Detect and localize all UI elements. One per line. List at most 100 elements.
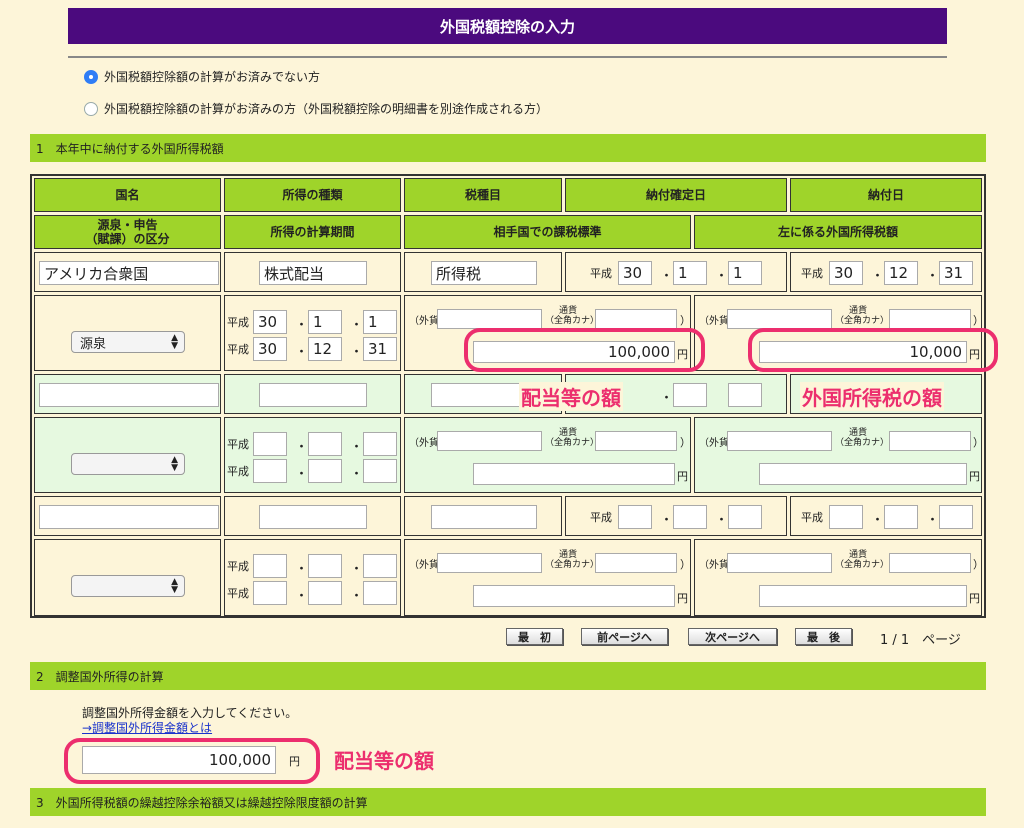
period-to-day-input[interactable]	[363, 581, 397, 605]
payment-month-input[interactable]	[673, 383, 707, 407]
tax-item-input[interactable]: 所得税	[431, 261, 537, 285]
country-input[interactable]: アメリカ合衆国	[39, 261, 219, 285]
tax-base-foreign-input[interactable]	[437, 431, 542, 451]
highlight-foreign-tax	[748, 328, 998, 372]
period-from-day-input[interactable]: 1	[363, 310, 397, 334]
header-country: 国名	[34, 178, 221, 212]
source-select[interactable]: ▲ ▼	[71, 575, 185, 597]
entry3-period-cell: 平成 ・ ・ 平成 ・ ・	[224, 539, 401, 616]
prev-page-button[interactable]: 前ページへ	[581, 628, 668, 645]
period-from-day-input[interactable]	[363, 554, 397, 578]
radio-checked-icon[interactable]	[84, 69, 98, 84]
section2-header: 2 調整国外所得の計算	[30, 662, 986, 690]
header-tax-item: 税種目	[404, 178, 562, 212]
entry3-country-cell	[34, 496, 221, 536]
page-title: 外国税額控除の入力	[68, 8, 947, 44]
country-input[interactable]	[39, 383, 219, 407]
period-to-year-input[interactable]	[253, 459, 287, 483]
foreign-tax-yen-input[interactable]	[759, 463, 967, 485]
payment-month-input[interactable]	[673, 505, 707, 529]
source-select[interactable]: ▲ ▼	[71, 453, 185, 475]
period-from-month-input[interactable]	[308, 554, 342, 578]
tax-base-foreign-input[interactable]	[437, 553, 542, 573]
period-from-year-input[interactable]	[253, 432, 287, 456]
highlight-tax-base	[464, 328, 705, 372]
period-from-month-input[interactable]: 1	[308, 310, 342, 334]
foreign-tax-foreign-input[interactable]	[727, 553, 832, 573]
tax-base-yen-input[interactable]	[473, 463, 675, 485]
entry1-income-type-cell: 株式配当	[224, 252, 401, 292]
title-divider	[68, 56, 947, 58]
period-to-year-input[interactable]: 30	[253, 337, 287, 361]
country-input[interactable]	[39, 505, 219, 529]
tax-base-currency-input[interactable]	[595, 309, 677, 329]
source-select[interactable]: 源泉 ▲ ▼	[71, 331, 185, 353]
payment-day-input[interactable]: 1	[728, 261, 762, 285]
period-to-year-input[interactable]	[253, 581, 287, 605]
section2-help-link[interactable]: →調整国外所得金額とは	[82, 719, 212, 736]
foreign-tax-foreign-input[interactable]	[727, 309, 832, 329]
period-from-year-input[interactable]	[253, 554, 287, 578]
entry3-source-cell: ▲ ▼	[34, 539, 221, 616]
radio-not-calculated[interactable]: 外国税額控除額の計算がお済みでない方	[84, 68, 320, 85]
period-to-month-input[interactable]	[308, 581, 342, 605]
entry1-tax-item-cell: 所得税	[404, 252, 562, 292]
entry1-paid-date-cell: 平成 30 ・ 12 ・ 31	[790, 252, 982, 292]
income-type-input[interactable]	[259, 383, 367, 407]
income-type-input[interactable]: 株式配当	[259, 261, 367, 285]
payment-day-input[interactable]	[728, 505, 762, 529]
section1-header: 1 本年中に納付する外国所得税額	[30, 134, 986, 162]
radio-unchecked-icon[interactable]	[84, 101, 98, 116]
entry3-income-type-cell	[224, 496, 401, 536]
entry3-foreign-tax-cell: （外貨 通貨 （全角カナ） ） 円	[694, 539, 984, 616]
select-arrows-icon: ▲ ▼	[171, 455, 178, 473]
foreign-tax-yen-input[interactable]	[759, 585, 967, 607]
header-source-type: 源泉・申告 （賦課）の区分	[34, 215, 221, 249]
section3-header: 3 外国所得税額の繰越控除余裕額又は繰越控除限度額の計算	[30, 788, 986, 816]
period-to-month-input[interactable]	[308, 459, 342, 483]
entry3-paid-date-cell: 平成 ・ ・	[790, 496, 982, 536]
tax-base-yen-input[interactable]	[473, 585, 675, 607]
period-from-day-input[interactable]	[363, 432, 397, 456]
next-page-button[interactable]: 次ページへ	[688, 628, 777, 645]
foreign-tax-currency-input[interactable]	[889, 553, 971, 573]
first-page-button[interactable]: 最 初	[506, 628, 563, 645]
tax-base-currency-input[interactable]	[595, 431, 677, 451]
paid-year-input[interactable]	[829, 505, 863, 529]
period-to-day-input[interactable]: 31	[363, 337, 397, 361]
annotation-foreign-tax-amount: 外国所得税の額	[800, 382, 944, 411]
period-from-month-input[interactable]	[308, 432, 342, 456]
period-from-year-input[interactable]: 30	[253, 310, 287, 334]
period-to-day-input[interactable]	[363, 459, 397, 483]
tax-base-foreign-input[interactable]	[437, 309, 542, 329]
payment-month-input[interactable]: 1	[673, 261, 707, 285]
income-type-input[interactable]	[259, 505, 367, 529]
period-to-month-input[interactable]: 12	[308, 337, 342, 361]
paid-day-input[interactable]	[939, 505, 973, 529]
last-page-button[interactable]: 最 後	[795, 628, 852, 645]
tax-base-currency-input[interactable]	[595, 553, 677, 573]
entry1-source-cell: 源泉 ▲ ▼	[34, 295, 221, 371]
foreign-tax-foreign-input[interactable]	[727, 431, 832, 451]
payment-year-input[interactable]: 30	[618, 261, 652, 285]
entry1-country-cell: アメリカ合衆国	[34, 252, 221, 292]
payment-day-input[interactable]	[728, 383, 762, 407]
paid-month-input[interactable]: 12	[884, 261, 918, 285]
paid-day-input[interactable]: 31	[939, 261, 973, 285]
foreign-tax-currency-input[interactable]	[889, 309, 971, 329]
entry3-tax-base-cell: （外貨 通貨 （全角カナ） ） 円	[404, 539, 691, 616]
radio-label: 外国税額控除額の計算がお済みの方（外国税額控除の明細書を別途作成される方）	[104, 102, 549, 116]
tax-item-input[interactable]	[431, 505, 537, 529]
radio-calculated[interactable]: 外国税額控除額の計算がお済みの方（外国税額控除の明細書を別途作成される方）	[84, 100, 548, 117]
entry2-period-cell: 平成 ・ ・ 平成 ・ ・	[224, 417, 401, 493]
paid-month-input[interactable]	[884, 505, 918, 529]
header-paid-date: 納付日	[790, 178, 982, 212]
page-indicator: 1 / 1 ページ	[880, 633, 961, 648]
entry2-foreign-tax-cell: （外貨 通貨 （全角カナ） ） 円	[694, 417, 984, 493]
payment-year-input[interactable]	[618, 505, 652, 529]
paid-year-input[interactable]: 30	[829, 261, 863, 285]
header-foreign-tax: 左に係る外国所得税額	[694, 215, 982, 249]
entry1-payment-date-cell: 平成 30 ・ 1 ・ 1	[565, 252, 787, 292]
annotation-dividend-amount: 配当等の額	[519, 382, 623, 411]
foreign-tax-currency-input[interactable]	[889, 431, 971, 451]
